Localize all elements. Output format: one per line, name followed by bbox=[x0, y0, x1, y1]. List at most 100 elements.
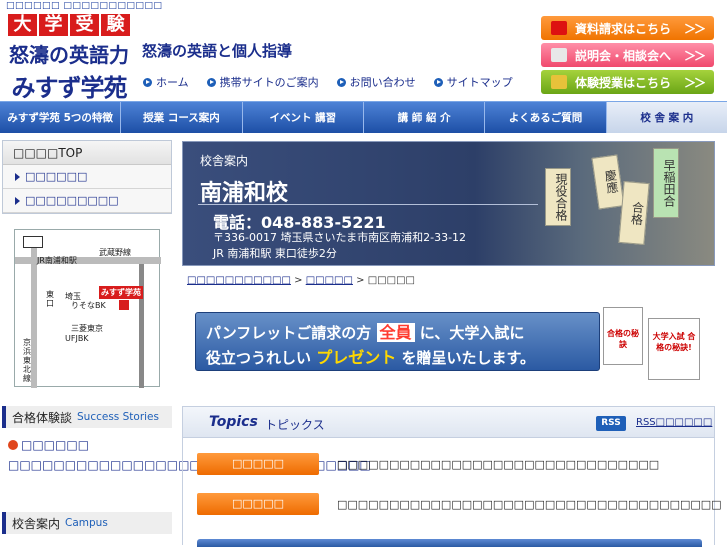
map-rail bbox=[139, 264, 144, 388]
nav-events[interactable]: イベント 講習 bbox=[243, 102, 364, 133]
promo-highlight: プレゼント bbox=[316, 348, 397, 367]
breadcrumb-current: □□□□□ bbox=[367, 275, 415, 286]
promo-text: に、大学入試に bbox=[419, 324, 525, 342]
contact-link-label: お問い合わせ bbox=[349, 76, 416, 89]
topic-title-link[interactable]: □□□□□□□□□□□□□□□□□□□□□□□□□□□□□□□ bbox=[337, 458, 659, 471]
banner-divider bbox=[198, 204, 538, 205]
sidebar-top-link[interactable]: □□□□TOP bbox=[3, 141, 171, 165]
logo-line3: みすず学苑 bbox=[11, 74, 128, 102]
promo-line2: 役立つうれしい プレゼント を贈呈いたします。 bbox=[206, 344, 535, 368]
rss-icon[interactable]: RSS bbox=[596, 416, 626, 431]
map-label: みすず学苑 bbox=[99, 286, 143, 299]
nav-courses[interactable]: 授業 コース案内 bbox=[121, 102, 243, 133]
logo-char: 受 bbox=[70, 14, 99, 36]
briefing-session-button[interactable]: 説明会・相談会へ ＞＞ bbox=[541, 43, 714, 67]
breadcrumb-separator: > bbox=[294, 275, 303, 286]
access-map: 武蔵野線 JR南浦和駅 東口 埼玉 りそなBK みすず学苑 三菱東京 UFJBK… bbox=[14, 229, 161, 388]
map-label: JR南浦和駅 bbox=[37, 256, 77, 265]
map-label: 武蔵野線 bbox=[99, 248, 131, 257]
sitemap-link-label: サイトマップ bbox=[446, 76, 513, 89]
global-nav: みすず学苑 5つの特徴 授業 コース案内 イベント 講習 講 師 紹 介 よくあ… bbox=[0, 101, 727, 133]
sidebar-item-label: □□□□□□□□□ bbox=[25, 194, 119, 207]
topic-item: □□□□□ □□□□□□□□□□□□□□□□□□□□□□□□□□□□□□□□□□… bbox=[197, 493, 722, 515]
station-icon bbox=[23, 236, 43, 248]
breadcrumb-link[interactable]: □□□□□ bbox=[306, 275, 353, 286]
sidebar-item-label: □□□□□□ bbox=[25, 170, 88, 183]
topics-title-ja: トピックス bbox=[265, 418, 325, 432]
double-chevron-icon: ＞＞ bbox=[683, 48, 706, 63]
banner-label: 校舎案内 bbox=[200, 154, 249, 168]
double-chevron-icon: ＞＞ bbox=[683, 75, 706, 90]
banner-station: JR 南浦和駅 東口徒歩2分 bbox=[213, 247, 337, 260]
topics-title-en: Topics bbox=[209, 414, 258, 430]
arrow-circle-icon bbox=[433, 77, 443, 87]
success-stories-heading-en: Success Stories bbox=[77, 411, 159, 423]
map-label: UFJBK bbox=[65, 334, 89, 343]
logo-char: 験 bbox=[101, 14, 130, 36]
briefing-session-label: 説明会・相談会へ bbox=[575, 48, 672, 63]
mobile-site-link-label: 携帯サイトのご案内 bbox=[219, 76, 319, 89]
promo-text: 役立つうれしい bbox=[206, 349, 312, 367]
contact-link[interactable]: お問い合わせ bbox=[336, 74, 416, 90]
ema-plaque: 早稲田合 bbox=[653, 148, 679, 218]
tagline: 怒濤の英語と個人指導 bbox=[142, 42, 293, 60]
banner-address: 〒336-0017 埼玉県さいたま市南区南浦和2-33-12 bbox=[213, 231, 467, 244]
promo-text: パンフレットご請求の方 bbox=[206, 324, 372, 342]
campus-heading-ja: 校舎案内 bbox=[12, 516, 61, 531]
ema-plaque: 合格 bbox=[618, 180, 650, 246]
sitemap-link[interactable]: サイトマップ bbox=[433, 74, 513, 90]
success-story-text[interactable]: □□□□□□□□□□□□□□□□□□□□□□□□□□□□□□□□ bbox=[8, 457, 371, 473]
nav-features[interactable]: みすず学苑 5つの特徴 bbox=[0, 102, 122, 133]
nav-campus[interactable]: 校 舎 案 内 bbox=[606, 102, 727, 133]
map-label: 三菱東京 bbox=[71, 324, 103, 333]
top-caption: □□□□□□ □□□□□□□□□□□ bbox=[6, 1, 163, 11]
ema-plaque: 慶應 bbox=[591, 154, 625, 210]
bullet-icon bbox=[8, 440, 18, 450]
pamphlet-book-image: 大学入試 合格の秘訣! bbox=[648, 318, 700, 380]
map-label: 京浜東北線 bbox=[23, 338, 31, 383]
request-materials-label: 資料請求はこちら bbox=[575, 21, 672, 36]
sidebar-nav-box: □□□□TOP □□□□□□ □□□□□□□□□ bbox=[2, 140, 172, 214]
location-marker bbox=[119, 300, 129, 310]
breadcrumb-link[interactable]: □□□□□□□□□□□ bbox=[187, 275, 291, 286]
book-icon bbox=[551, 21, 567, 35]
topic-item: □□□□□ □□□□□□□□□□□□□□□□□□□□□□□□□□□□□□□ bbox=[197, 453, 659, 475]
logo-badge: 大 学 受 験 bbox=[5, 14, 133, 36]
mobile-site-link[interactable]: 携帯サイトのご案内 bbox=[206, 74, 319, 90]
campus-heading: 校舎案内 Campus bbox=[2, 512, 172, 534]
map-label: 東口 bbox=[46, 290, 54, 308]
next-section-bar bbox=[197, 539, 702, 547]
document-icon bbox=[551, 48, 567, 62]
topics-header: Topics トピックス RSS RSS□□□□□□ bbox=[183, 407, 714, 438]
topics-panel: Topics トピックス RSS RSS□□□□□□ □□□□□ □□□□□□□… bbox=[182, 406, 722, 547]
home-link[interactable]: ホーム bbox=[143, 74, 189, 90]
promo-text: を贈呈いたします。 bbox=[401, 349, 536, 367]
topic-title-link[interactable]: □□□□□□□□□□□□□□□□□□□□□□□□□□□□□□□□□□□□□ bbox=[337, 498, 722, 511]
double-chevron-icon: ＞＞ bbox=[683, 21, 706, 36]
pamphlet-promo-banner[interactable]: パンフレットご請求の方 全員 に、大学入試に 役立つうれしい プレゼント を贈呈… bbox=[195, 312, 600, 371]
success-story-link[interactable]: □□□□□□ bbox=[8, 438, 89, 452]
logo-line2: 怒濤の英語力 bbox=[9, 43, 129, 67]
arrow-circle-icon bbox=[336, 77, 346, 87]
sidebar-item[interactable]: □□□□□□□□□ bbox=[3, 189, 171, 213]
map-label: りそなBK bbox=[71, 301, 106, 310]
success-stories-heading: 合格体験談 Success Stories bbox=[2, 406, 172, 428]
topic-category-tag: □□□□□ bbox=[197, 453, 319, 475]
pamphlet-book-image: 合格の秘訣 bbox=[603, 307, 643, 365]
nav-teachers[interactable]: 講 師 紹 介 bbox=[364, 102, 486, 133]
triangle-right-icon bbox=[15, 172, 20, 181]
topic-category-tag: □□□□□ bbox=[197, 493, 319, 515]
trial-class-label: 体験授業はこちら bbox=[575, 75, 672, 90]
sidebar-item[interactable]: □□□□□□ bbox=[3, 165, 171, 189]
request-materials-button[interactable]: 資料請求はこちら ＞＞ bbox=[541, 16, 714, 40]
nav-faq[interactable]: よくあるご質問 bbox=[485, 102, 607, 133]
rss-link[interactable]: RSS□□□□□□ bbox=[636, 417, 712, 428]
pencil-icon bbox=[551, 75, 567, 89]
breadcrumb: □□□□□□□□□□□ > □□□□□ > □□□□□ bbox=[187, 275, 415, 286]
trial-class-button[interactable]: 体験授業はこちら ＞＞ bbox=[541, 70, 714, 94]
success-stories-heading-ja: 合格体験談 bbox=[12, 410, 73, 425]
arrow-circle-icon bbox=[206, 77, 216, 87]
home-link-label: ホーム bbox=[156, 76, 189, 89]
logo[interactable]: 大 学 受 験 怒濤の英語力 みすず学苑 bbox=[5, 14, 133, 102]
promo-highlight: 全員 bbox=[376, 323, 415, 342]
